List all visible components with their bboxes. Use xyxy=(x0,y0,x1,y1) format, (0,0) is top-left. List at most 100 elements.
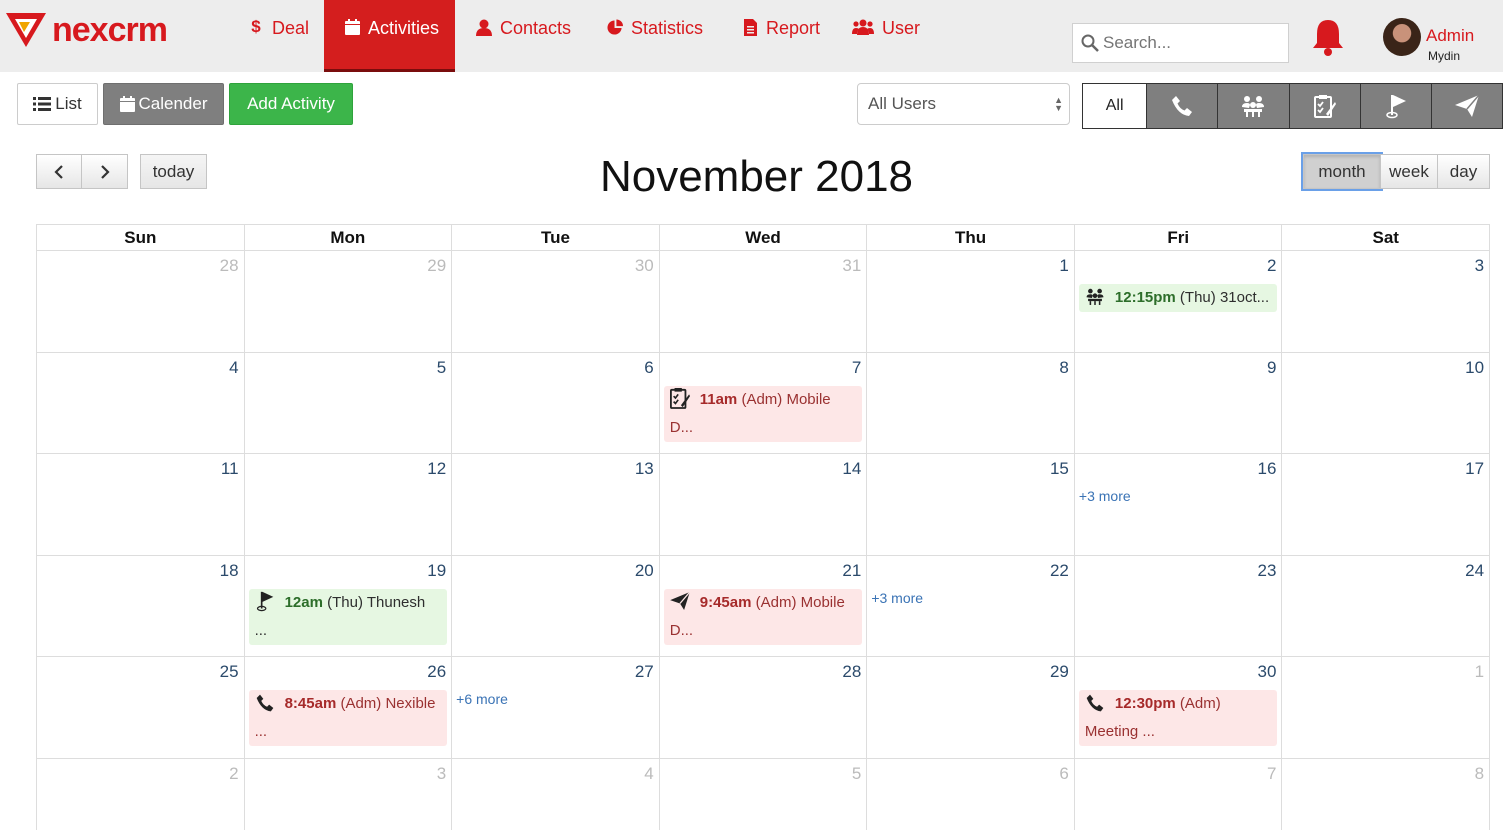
event-title: (Thu) Thunesh ... xyxy=(254,593,426,639)
day-cell[interactable]: 15 xyxy=(867,454,1075,555)
day-number: 27 xyxy=(634,662,654,681)
calendar-event[interactable]: 12:15pm (Thu) 31oct... xyxy=(1078,284,1278,312)
today-button[interactable]: today xyxy=(140,154,207,189)
filter-deadline-button[interactable] xyxy=(1359,84,1431,128)
view-month-button[interactable]: month xyxy=(1303,154,1381,189)
notification-bell-icon[interactable] xyxy=(1311,17,1345,57)
day-cell[interactable]: 28 xyxy=(660,657,868,758)
email-send-icon xyxy=(1454,95,1479,117)
day-cell[interactable]: 23 xyxy=(1075,555,1283,656)
day-cell[interactable]: 16 +3 more xyxy=(1075,454,1283,555)
filter-task-button[interactable] xyxy=(1288,84,1360,128)
day-cell[interactable]: 1 xyxy=(867,251,1075,352)
day-cell[interactable]: 7 11am (Adm) Mobile D... xyxy=(660,352,868,453)
add-activity-button[interactable]: Add Activity xyxy=(229,83,353,125)
day-number: 11 xyxy=(220,459,239,478)
filter-meeting-button[interactable] xyxy=(1217,84,1289,128)
day-number: 7 xyxy=(851,357,862,377)
day-cell[interactable]: 18 xyxy=(37,555,245,656)
prev-month-button[interactable] xyxy=(36,154,82,189)
day-cell[interactable]: 13 xyxy=(452,454,660,555)
calendar-event[interactable]: 9:45am (Adm) Mobile D... xyxy=(663,588,863,645)
day-cell[interactable]: 20 xyxy=(452,555,660,656)
day-cell[interactable]: 27 +6 more xyxy=(452,657,660,758)
day-number: 28 xyxy=(219,256,239,275)
day-number: 8 xyxy=(1059,357,1069,377)
day-cell[interactable]: 17 xyxy=(1282,454,1491,555)
day-cell[interactable]: 4 xyxy=(37,352,245,453)
person-icon xyxy=(476,18,492,36)
nav-user[interactable]: User xyxy=(852,0,920,72)
day-cell[interactable]: 25 xyxy=(37,657,245,758)
day-cell[interactable]: 14 xyxy=(660,454,868,555)
calendar-event[interactable]: 12am (Thu) Thunesh ... xyxy=(248,588,448,645)
search-input[interactable] xyxy=(1103,33,1283,53)
day-cell[interactable]: 21 9:45am (Adm) Mobile D... xyxy=(660,555,868,656)
calendar-week: 28 29 30 31 1 2 12:15pm (Thu) 31oct... 3 xyxy=(36,250,1491,352)
day-cell[interactable]: 24 xyxy=(1282,555,1491,656)
calendar-title: November 2018 xyxy=(599,152,914,201)
calendar-event[interactable]: 12:30pm (Adm) Meeting ... xyxy=(1078,690,1278,746)
day-cell[interactable]: 4 xyxy=(452,758,660,830)
nav-statistics[interactable]: Statistics xyxy=(607,0,703,72)
day-cell[interactable]: 22 +3 more xyxy=(867,555,1075,656)
day-cell[interactable]: 6 xyxy=(452,352,660,453)
more-events-link[interactable]: +6 more xyxy=(456,691,508,707)
deadline-flag-icon xyxy=(255,590,275,612)
day-cell[interactable]: 7 xyxy=(1075,758,1283,830)
search-box[interactable] xyxy=(1072,23,1289,63)
day-number: 29 xyxy=(1049,662,1069,681)
day-cell[interactable]: 2 xyxy=(37,758,245,830)
list-icon xyxy=(33,97,52,111)
brand-logo[interactable]: nexcrm xyxy=(6,10,168,50)
day-cell[interactable]: 6 xyxy=(867,758,1075,830)
chevron-right-icon xyxy=(100,164,110,179)
next-month-button[interactable] xyxy=(82,154,128,189)
day-number: 8 xyxy=(1474,763,1485,783)
day-cell[interactable]: 31 xyxy=(660,251,868,352)
filter-email-button[interactable] xyxy=(1430,84,1503,128)
day-cell[interactable]: 2 12:15pm (Thu) 31oct... xyxy=(1075,251,1283,352)
nav-deal[interactable]: $ Deal xyxy=(248,0,309,72)
day-cell[interactable]: 3 xyxy=(245,758,453,830)
day-cell[interactable]: 1 xyxy=(1282,657,1491,758)
more-events-link[interactable]: +3 more xyxy=(871,590,923,606)
brand-name: nexcrm xyxy=(52,10,168,49)
day-cell[interactable]: 10 xyxy=(1282,352,1491,453)
nav-contacts[interactable]: Contacts xyxy=(476,0,571,72)
day-cell[interactable]: 5 xyxy=(245,352,453,453)
view-day-button[interactable]: day xyxy=(1438,154,1490,189)
user-avatar[interactable] xyxy=(1383,18,1421,56)
nav-activities[interactable]: Activities xyxy=(324,0,455,72)
day-cell[interactable]: 12 xyxy=(245,454,453,555)
day-cell[interactable]: 28 xyxy=(37,251,245,352)
day-cell[interactable]: 19 12am (Thu) Thunesh ... xyxy=(245,555,453,656)
day-cell[interactable]: 26 8:45am (Adm) Nexible ... xyxy=(245,657,453,758)
calendar-week: 4 5 6 7 11am (Adm) Mobile D... 8 9 10 xyxy=(36,351,1491,453)
day-cell[interactable]: 29 xyxy=(245,251,453,352)
more-events-link[interactable]: +3 more xyxy=(1079,488,1131,504)
view-week-button[interactable]: week xyxy=(1381,154,1438,189)
day-cell[interactable]: 3 xyxy=(1282,251,1491,352)
list-view-button[interactable]: List xyxy=(17,83,98,125)
group-meeting-icon xyxy=(1242,96,1265,117)
day-cell[interactable]: 8 xyxy=(1282,758,1491,830)
user-name[interactable]: Admin xyxy=(1426,26,1474,46)
user-filter-select[interactable]: All Users ▲ ▼ xyxy=(857,83,1070,125)
day-cell[interactable]: 30 12:30pm (Adm) Meeting ... xyxy=(1075,657,1283,758)
calendar-event[interactable]: 8:45am (Adm) Nexible ... xyxy=(248,690,448,746)
day-cell[interactable]: 9 xyxy=(1075,352,1283,453)
day-cell[interactable]: 5 xyxy=(660,758,868,830)
nav-report[interactable]: Report xyxy=(742,0,820,72)
day-cell[interactable]: 30 xyxy=(452,251,660,352)
month-calendar: Sun Mon Tue Wed Thu Fri Sat 28 29 30 31 … xyxy=(36,224,1491,830)
calendar-event[interactable]: 11am (Adm) Mobile D... xyxy=(663,385,863,442)
filter-all-button[interactable]: All xyxy=(1083,84,1147,128)
calendar-view-button[interactable]: Calender xyxy=(103,83,224,125)
day-cell[interactable]: 29 xyxy=(867,657,1075,758)
group-meeting-icon xyxy=(1085,288,1105,305)
task-icon xyxy=(669,387,690,409)
day-cell[interactable]: 8 xyxy=(867,352,1075,453)
day-cell[interactable]: 11 xyxy=(37,454,245,555)
filter-call-button[interactable] xyxy=(1146,84,1218,128)
